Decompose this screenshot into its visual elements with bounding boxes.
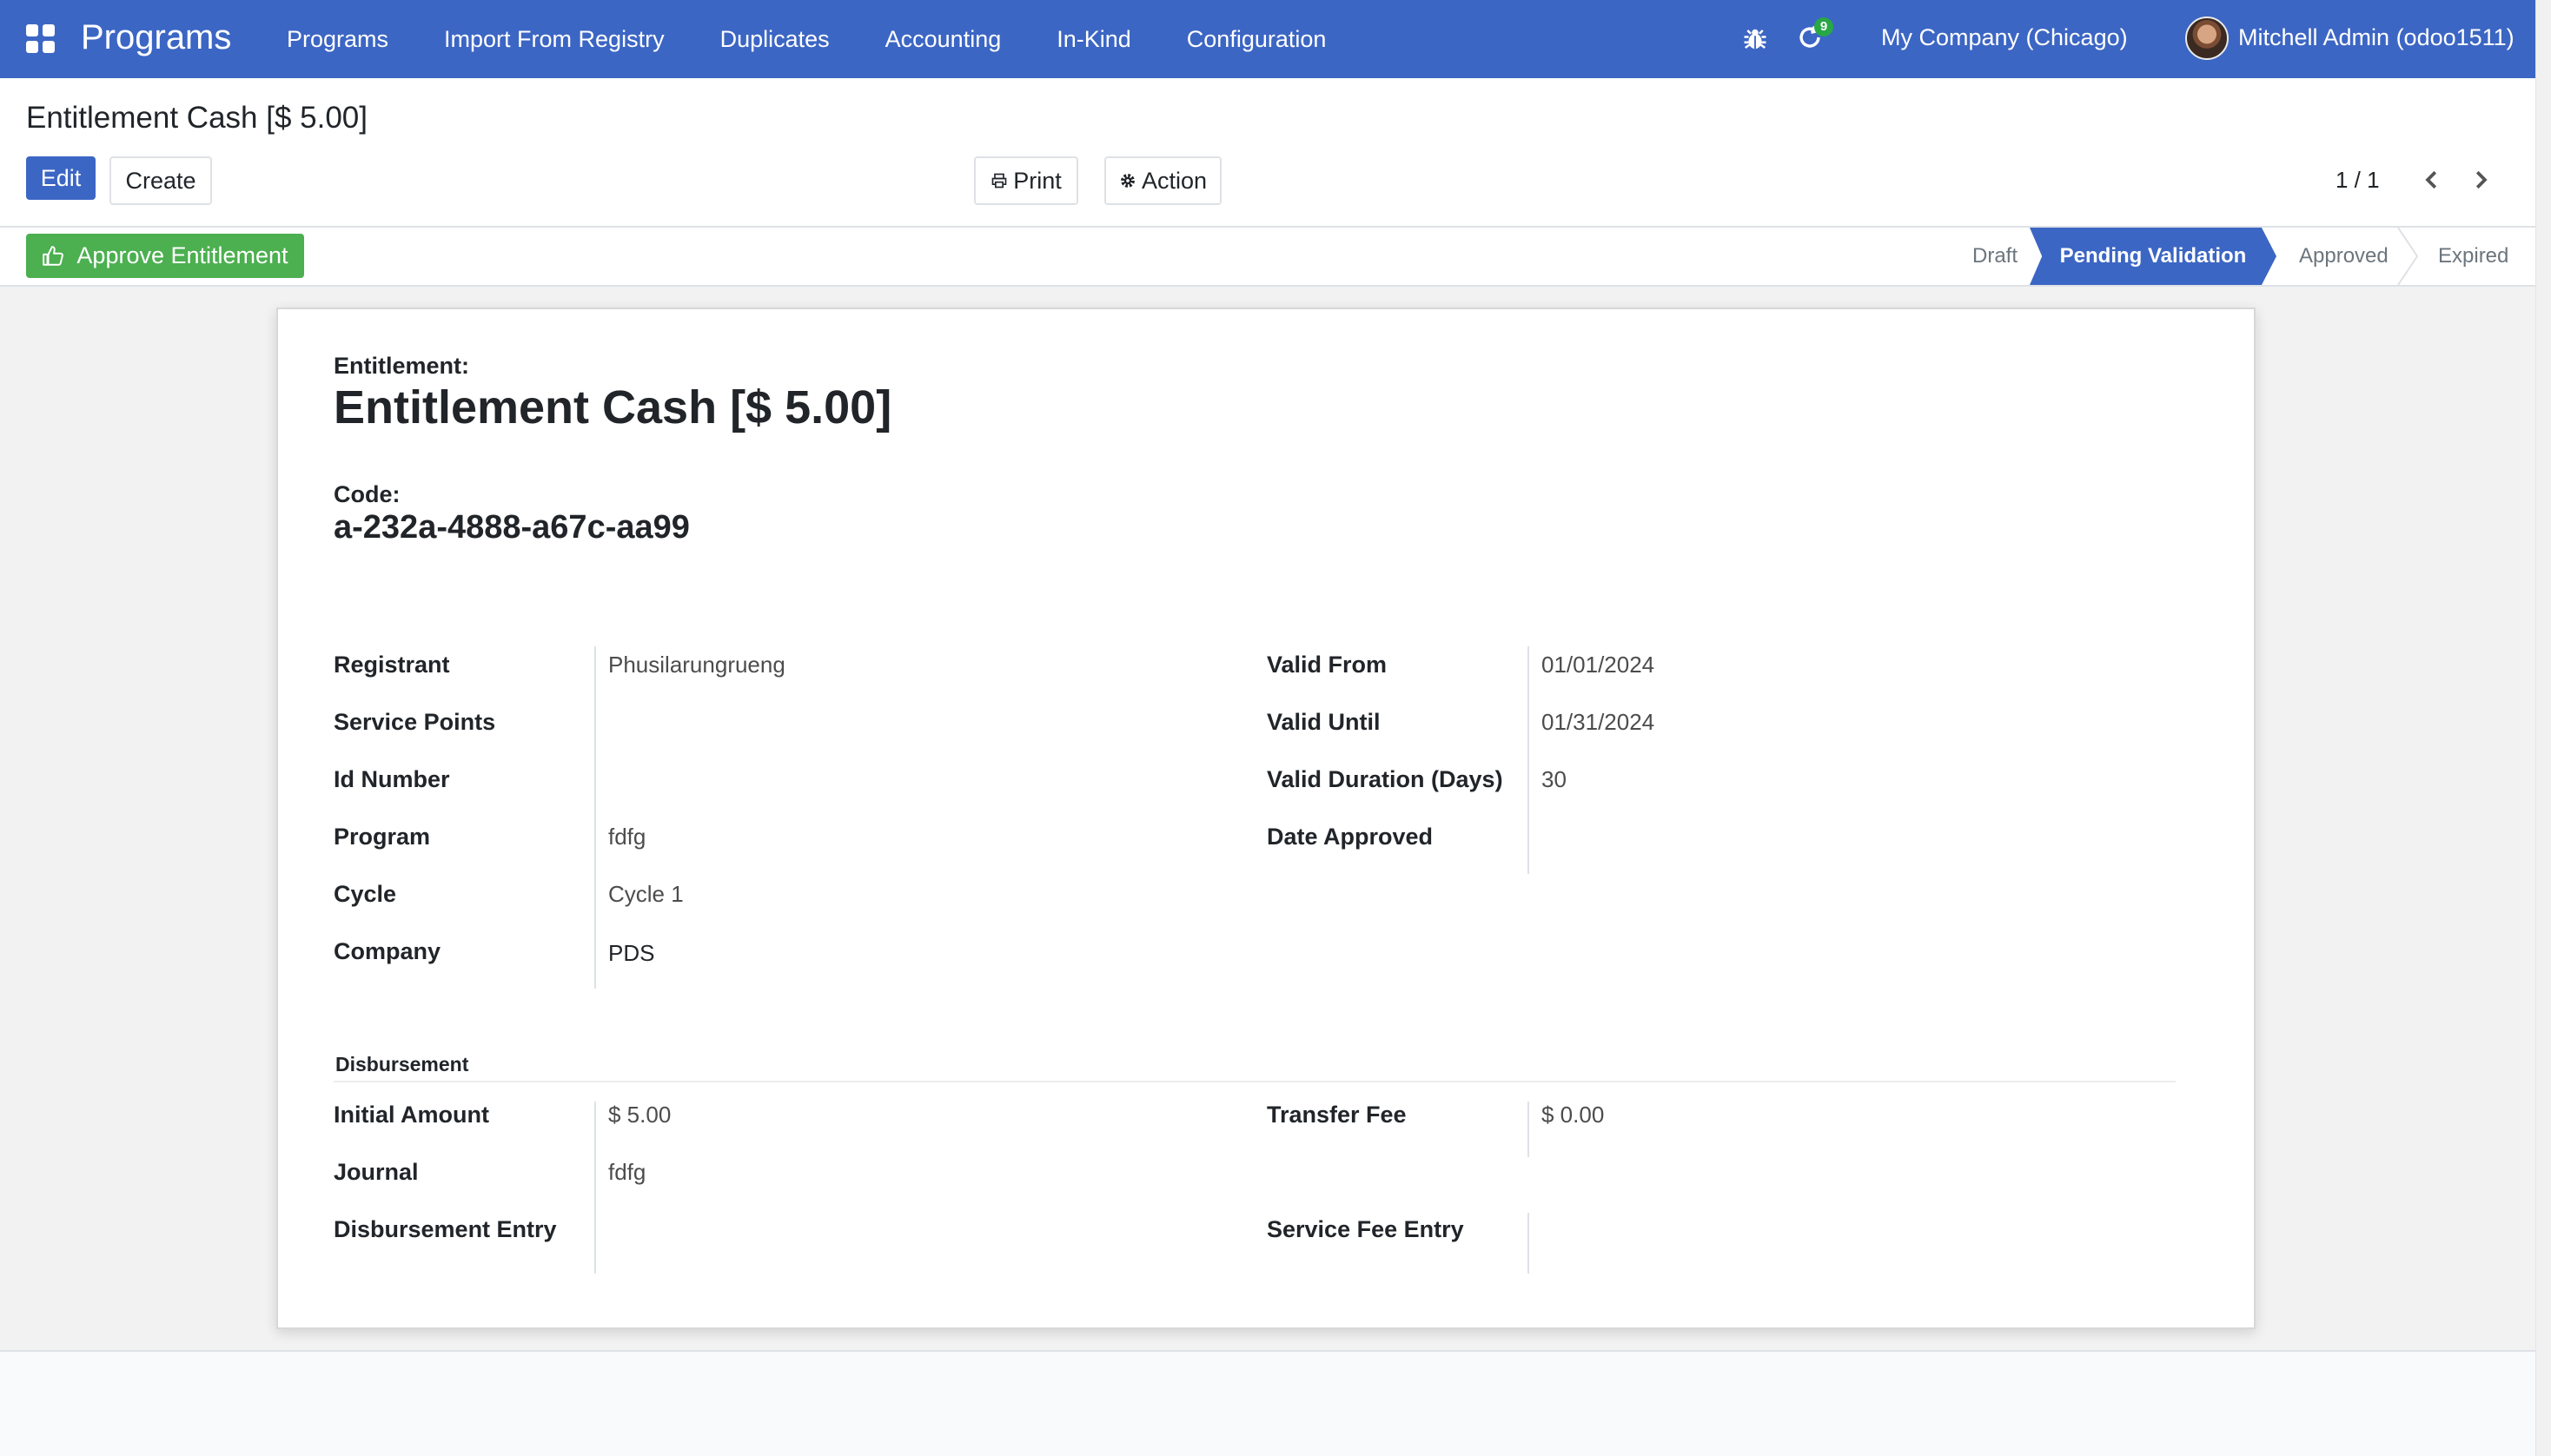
- user-avatar[interactable]: [2185, 17, 2229, 60]
- debug-bug-icon[interactable]: [1742, 26, 1768, 52]
- menu-item-import-from-registry[interactable]: Import From Registry: [444, 26, 665, 53]
- section-divider: [334, 1081, 2176, 1082]
- stage-pending-validation[interactable]: Pending Validation: [2030, 228, 2276, 285]
- valid-from-label: Valid From: [1267, 652, 1388, 678]
- form-sheet: Entitlement: Entitlement Cash [$ 5.00] C…: [276, 308, 2256, 1329]
- stage-approved[interactable]: Approved: [2299, 228, 2389, 285]
- menu-item-configuration[interactable]: Configuration: [1187, 26, 1327, 53]
- print-button[interactable]: Print: [974, 156, 1078, 205]
- left-group-divider: [594, 646, 596, 989]
- initial-amount-value: $ 5.00: [608, 1102, 672, 1128]
- journal-value[interactable]: fdfg: [608, 1159, 646, 1186]
- transfer-fee-label: Transfer Fee: [1267, 1102, 1407, 1128]
- program-value[interactable]: fdfg: [608, 824, 646, 850]
- journal-label: Journal: [334, 1159, 419, 1185]
- chevron-left-icon[interactable]: [2419, 165, 2445, 195]
- date-approved-label: Date Approved: [1267, 824, 1434, 850]
- action-label: Action: [1141, 167, 1208, 194]
- disb-left-divider: [594, 1102, 596, 1274]
- code-value: a-232a-4888-a67c-aa99: [334, 509, 690, 546]
- edit-button[interactable]: Edit: [26, 156, 96, 200]
- code-label: Code:: [334, 481, 401, 507]
- activity-count-badge: 9: [1814, 17, 1833, 36]
- entitlement-title: Entitlement Cash [$ 5.00]: [334, 381, 892, 433]
- status-bar: Approve Entitlement Draft Pending Valida…: [0, 228, 2535, 287]
- menu-item-duplicates[interactable]: Duplicates: [720, 26, 830, 53]
- top-navbar: Programs Programs Import From Registry D…: [0, 0, 2535, 78]
- pager-value[interactable]: 1 / 1: [2336, 167, 2380, 194]
- transfer-fee-value: $ 0.00: [1541, 1102, 1605, 1128]
- menu-item-in-kind[interactable]: In-Kind: [1057, 26, 1131, 53]
- footer-area: [0, 1353, 2535, 1456]
- disb-right-divider-1: [1527, 1102, 1529, 1157]
- app-brand[interactable]: Programs: [81, 16, 231, 59]
- control-panel: Entitlement Cash [$ 5.00] Edit Create Pr…: [0, 78, 2535, 228]
- stage-separator-icon: [2397, 228, 2419, 285]
- registrant-label: Registrant: [334, 652, 450, 678]
- program-label: Program: [334, 824, 431, 850]
- thumbs-up-icon: [42, 245, 64, 268]
- valid-until-label: Valid Until: [1267, 709, 1381, 735]
- window-scrollbar[interactable]: [2535, 0, 2551, 1456]
- printer-icon: [991, 172, 1008, 189]
- cycle-label: Cycle: [334, 881, 397, 907]
- service-fee-entry-label: Service Fee Entry: [1267, 1216, 1464, 1242]
- cycle-value[interactable]: Cycle 1: [608, 881, 684, 908]
- menu-item-accounting[interactable]: Accounting: [885, 26, 1002, 53]
- entitlement-label: Entitlement:: [334, 353, 470, 379]
- service-points-label: Service Points: [334, 709, 496, 735]
- valid-duration-label: Valid Duration (Days): [1267, 766, 1503, 792]
- approve-entitlement-button[interactable]: Approve Entitlement: [26, 234, 304, 278]
- user-menu[interactable]: Mitchell Admin (odoo1511): [2238, 24, 2515, 51]
- breadcrumb: Entitlement Cash [$ 5.00]: [26, 101, 368, 135]
- stage-draft[interactable]: Draft: [1972, 228, 2018, 285]
- company-switcher[interactable]: My Company (Chicago): [1881, 24, 2128, 51]
- registrant-value[interactable]: Phusilarungrueng: [608, 652, 785, 678]
- initial-amount-label: Initial Amount: [334, 1102, 489, 1128]
- stage-expired[interactable]: Expired: [2438, 228, 2508, 285]
- chevron-right-icon[interactable]: [2468, 165, 2494, 195]
- disbursement-entry-label: Disbursement Entry: [334, 1216, 557, 1242]
- disb-right-divider-2: [1527, 1213, 1529, 1274]
- create-button[interactable]: Create: [109, 156, 212, 205]
- valid-from-value: 01/01/2024: [1541, 652, 1655, 678]
- app-menu-icon[interactable]: [26, 24, 56, 54]
- print-label: Print: [1013, 167, 1062, 194]
- disbursement-section-title: Disbursement: [335, 1053, 469, 1075]
- right-group-divider: [1527, 646, 1529, 874]
- menu-item-programs[interactable]: Programs: [287, 26, 388, 53]
- main-menu: Programs Import From Registry Duplicates…: [287, 0, 1382, 78]
- approve-label: Approve Entitlement: [76, 242, 288, 268]
- company-value[interactable]: PDS: [608, 940, 654, 967]
- gear-icon: [1119, 172, 1136, 189]
- id-number-label: Id Number: [334, 766, 450, 792]
- valid-until-value: 01/31/2024: [1541, 709, 1655, 735]
- company-label: Company: [334, 938, 441, 964]
- valid-duration-value: 30: [1541, 766, 1567, 792]
- action-button[interactable]: Action: [1104, 156, 1222, 205]
